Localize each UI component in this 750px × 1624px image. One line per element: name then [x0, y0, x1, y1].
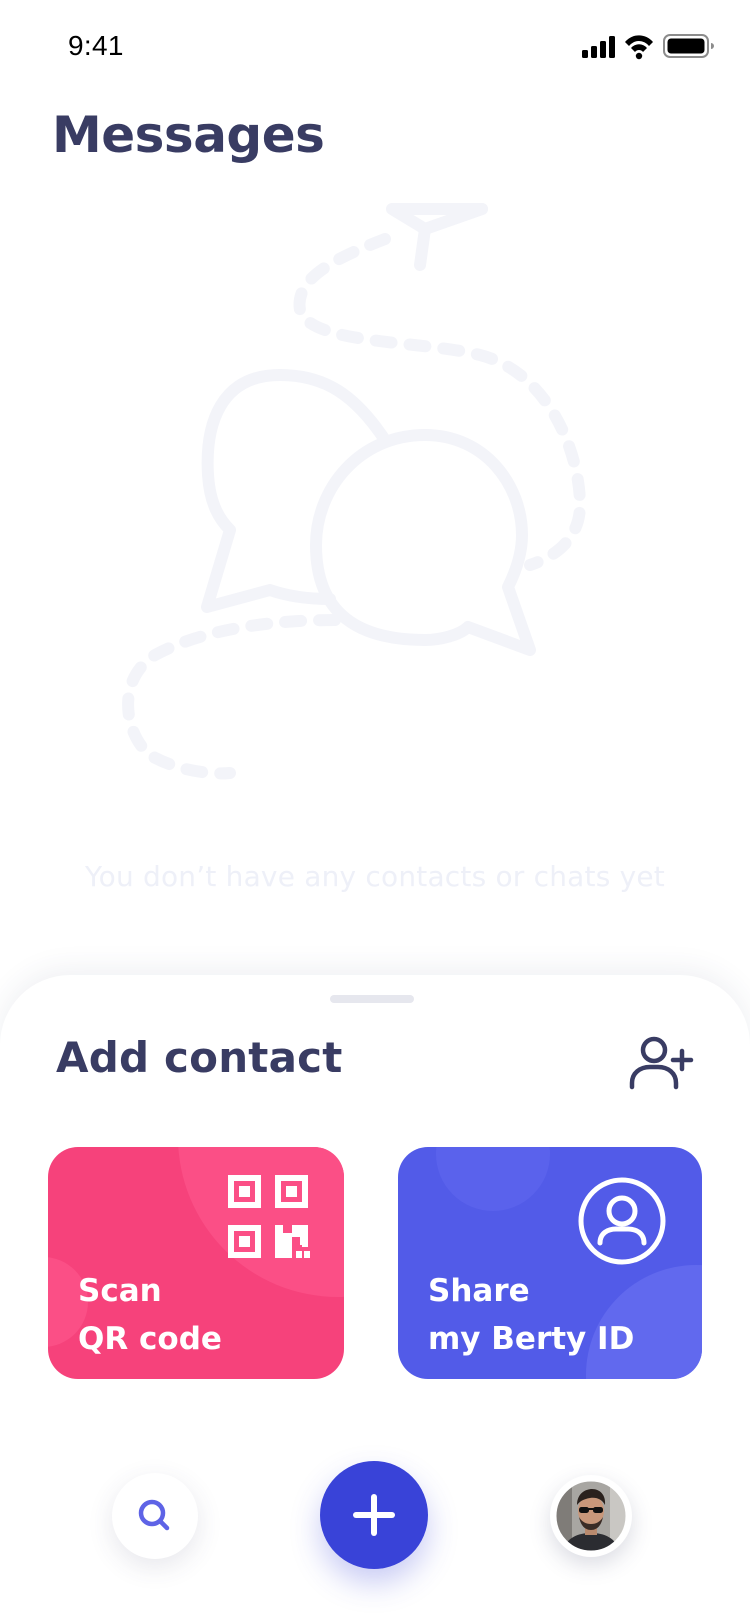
search-button[interactable]: [112, 1473, 198, 1559]
wifi-icon: [625, 35, 653, 60]
sheet-grabber[interactable]: [330, 995, 414, 1003]
qr-code-icon: [228, 1175, 310, 1258]
scan-qr-label: Scan QR code: [78, 1267, 222, 1363]
card-label-line: my Berty ID: [428, 1321, 635, 1357]
avatar: [553, 1478, 629, 1554]
card-label-line: QR code: [78, 1321, 222, 1357]
battery-icon: [663, 34, 714, 58]
search-icon: [138, 1499, 170, 1531]
card-label-line: Share: [428, 1273, 530, 1309]
plus-icon: [353, 1494, 395, 1536]
profile-avatar[interactable]: [550, 1475, 632, 1557]
card-label-line: Scan: [78, 1273, 162, 1309]
empty-state-message: You don’t have any contacts or chats yet: [85, 860, 665, 893]
share-berty-id-card[interactable]: Share my Berty ID: [398, 1147, 702, 1379]
scan-qr-card[interactable]: Scan QR code: [48, 1147, 344, 1379]
new-chat-button[interactable]: [320, 1461, 428, 1569]
add-user-button[interactable]: [628, 1033, 696, 1093]
status-icons: [580, 32, 720, 62]
user-plus-icon: [629, 1036, 694, 1090]
cellular-signal-icon: [582, 36, 615, 58]
page-title: Messages: [52, 106, 325, 164]
status-time: 9:41: [68, 30, 124, 61]
share-id-label: Share my Berty ID: [428, 1267, 634, 1363]
chat-bubbles-paper-plane-icon: [122, 203, 586, 780]
user-circle-icon: [578, 1177, 666, 1265]
sheet-title: Add contact: [56, 1033, 343, 1082]
card-decoration: [436, 1147, 550, 1211]
